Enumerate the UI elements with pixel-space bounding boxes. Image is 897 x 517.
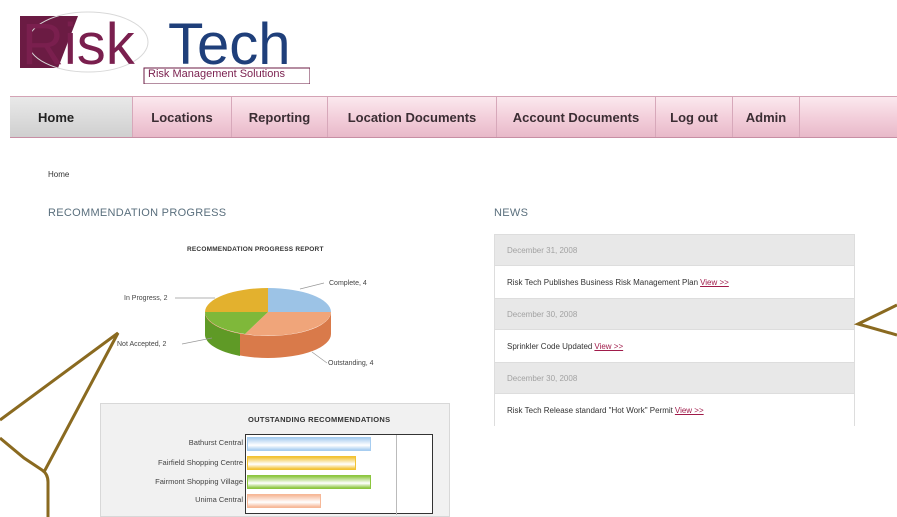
callout-box-left [0, 436, 50, 517]
callout-pointer-right [853, 303, 897, 337]
callout-overlay [0, 303, 897, 517]
